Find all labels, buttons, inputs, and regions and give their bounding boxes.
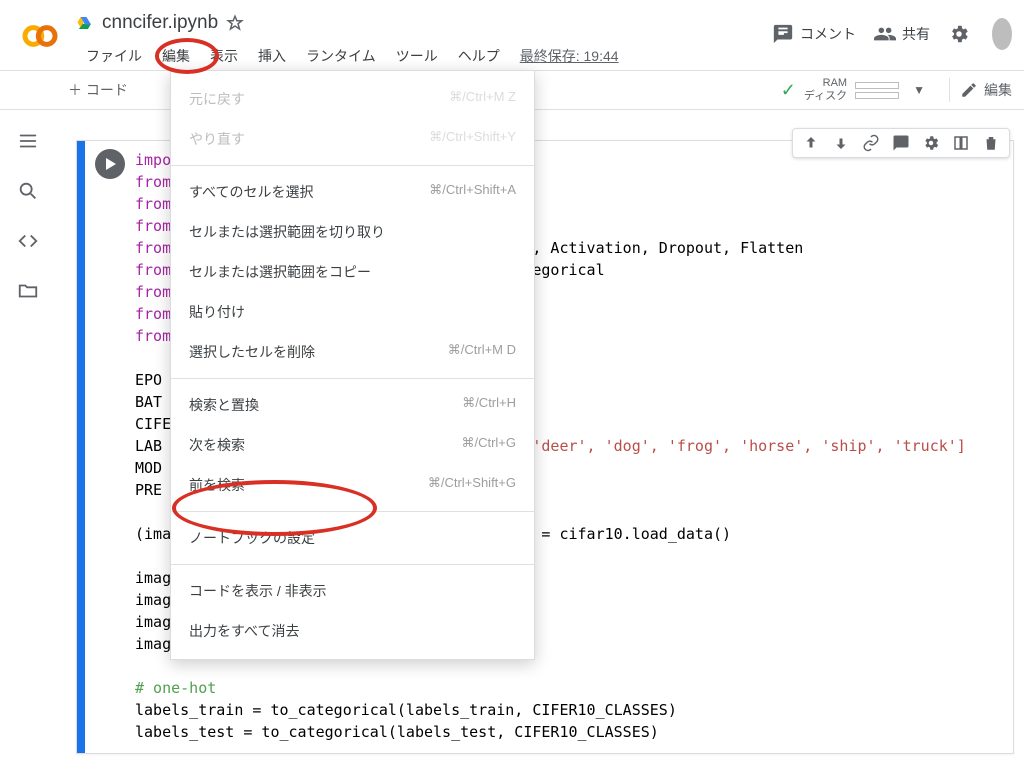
add-comment-icon[interactable] <box>891 133 911 153</box>
dropdown-item[interactable]: 出力をすべて消去 <box>171 611 534 651</box>
menu-help[interactable]: ヘルプ <box>448 40 510 72</box>
dropdown-item-shortcut: ⌘/Ctrl+Shift+A <box>429 182 516 202</box>
cell-gutter <box>77 141 85 753</box>
colab-logo <box>20 16 60 56</box>
dropdown-item-label: 前を検索 <box>189 475 245 495</box>
dropdown-item-label: 検索と置換 <box>189 395 259 415</box>
move-down-icon[interactable] <box>831 133 851 153</box>
files-icon[interactable] <box>17 280 39 302</box>
menu-edit[interactable]: 編集 <box>152 40 200 72</box>
dropdown-item-label: やり直す <box>189 129 245 149</box>
dropdown-item-label: コードを表示 / 非表示 <box>189 581 327 601</box>
add-code-button[interactable]: ＋ コード <box>60 76 136 104</box>
edit-button[interactable]: 編集 <box>960 80 1012 100</box>
trash-icon[interactable] <box>981 133 1001 153</box>
dropdown-item[interactable]: 選択したセルを削除 ⌘/Ctrl+M D <box>171 332 534 372</box>
dropdown-item-shortcut: ⌘/Ctrl+Shift+G <box>428 475 516 495</box>
menu-file[interactable]: ファイル <box>76 40 152 72</box>
settings-button[interactable] <box>948 23 970 45</box>
drive-icon <box>76 14 94 32</box>
edit-label: 編集 <box>984 80 1012 100</box>
menu-runtime[interactable]: ランタイム <box>296 40 386 72</box>
toc-icon[interactable] <box>17 130 39 152</box>
run-button[interactable] <box>95 149 125 179</box>
dropdown-item-label: 次を検索 <box>189 435 245 455</box>
cell-toolbar <box>792 128 1010 158</box>
dropdown-item-label: ノートブックの設定 <box>189 528 315 548</box>
mirror-icon[interactable] <box>951 133 971 153</box>
edit-dropdown: 元に戻す ⌘/Ctrl+M Z やり直す ⌘/Ctrl+Shift+Y すべてのセルを選… <box>170 70 535 660</box>
disk-label: ディスク <box>804 90 847 103</box>
dropdown-item[interactable]: セルまたは選択範囲を切り取り <box>171 212 534 252</box>
ram-label: RAM <box>804 77 847 90</box>
search-icon[interactable] <box>17 180 39 202</box>
star-icon[interactable] <box>226 14 244 32</box>
last-save[interactable]: 最終保存: 19:44 <box>510 40 629 72</box>
dropdown-item: 元に戻す ⌘/Ctrl+M Z <box>171 79 534 119</box>
document-title[interactable]: cnncifer.ipynb <box>102 12 218 34</box>
avatar[interactable] <box>992 18 1012 50</box>
divider <box>949 78 950 102</box>
dropdown-item[interactable]: コードを表示 / 非表示 <box>171 571 534 611</box>
dropdown-item[interactable]: 検索と置換 ⌘/Ctrl+H <box>171 385 534 425</box>
menu-tools[interactable]: ツール <box>386 40 448 72</box>
dropdown-item-shortcut: ⌘/Ctrl+G <box>461 435 516 455</box>
dropdown-item-shortcut: ⌘/Ctrl+H <box>462 395 516 415</box>
comment-label: コメント <box>800 24 856 44</box>
move-up-icon[interactable] <box>801 133 821 153</box>
dropdown-item-shortcut: ⌘/Ctrl+M D <box>448 342 516 362</box>
chevron-down-icon[interactable]: ▼ <box>907 83 931 97</box>
dropdown-item-label: すべてのセルを選択 <box>189 182 313 202</box>
resource-bars <box>855 82 899 99</box>
dropdown-item-label: 出力をすべて消去 <box>189 621 299 641</box>
dropdown-item[interactable]: セルまたは選択範囲をコピー <box>171 252 534 292</box>
gear-icon[interactable] <box>921 133 941 153</box>
dropdown-item-label: セルまたは選択範囲を切り取り <box>189 222 385 242</box>
dropdown-item[interactable]: 貼り付け <box>171 292 534 332</box>
dropdown-item-label: 選択したセルを削除 <box>189 342 315 362</box>
dropdown-item[interactable]: ノートブックの設定 <box>171 518 534 558</box>
dropdown-item-label: セルまたは選択範囲をコピー <box>189 262 371 282</box>
menu-view[interactable]: 表示 <box>200 40 248 72</box>
dropdown-item-label: 元に戻す <box>189 89 245 109</box>
share-button[interactable]: 共有 <box>874 23 930 45</box>
dropdown-item[interactable]: 前を検索 ⌘/Ctrl+Shift+G <box>171 465 534 505</box>
dropdown-item-label: 貼り付け <box>189 302 245 322</box>
runtime-status[interactable]: ✓ RAM ディスク ▼ <box>781 77 939 103</box>
share-label: 共有 <box>902 24 930 44</box>
link-icon[interactable] <box>861 133 881 153</box>
check-icon: ✓ <box>781 80 796 101</box>
dropdown-item: やり直す ⌘/Ctrl+Shift+Y <box>171 119 534 159</box>
menu-insert[interactable]: 挿入 <box>248 40 296 72</box>
dropdown-item[interactable]: 次を検索 ⌘/Ctrl+G <box>171 425 534 465</box>
dropdown-item[interactable]: すべてのセルを選択 ⌘/Ctrl+Shift+A <box>171 172 534 212</box>
code-snippets-icon[interactable] <box>17 230 39 252</box>
dropdown-item-shortcut: ⌘/Ctrl+Shift+Y <box>429 129 516 149</box>
dropdown-item-shortcut: ⌘/Ctrl+M Z <box>449 89 516 109</box>
comment-button[interactable]: コメント <box>772 23 856 45</box>
